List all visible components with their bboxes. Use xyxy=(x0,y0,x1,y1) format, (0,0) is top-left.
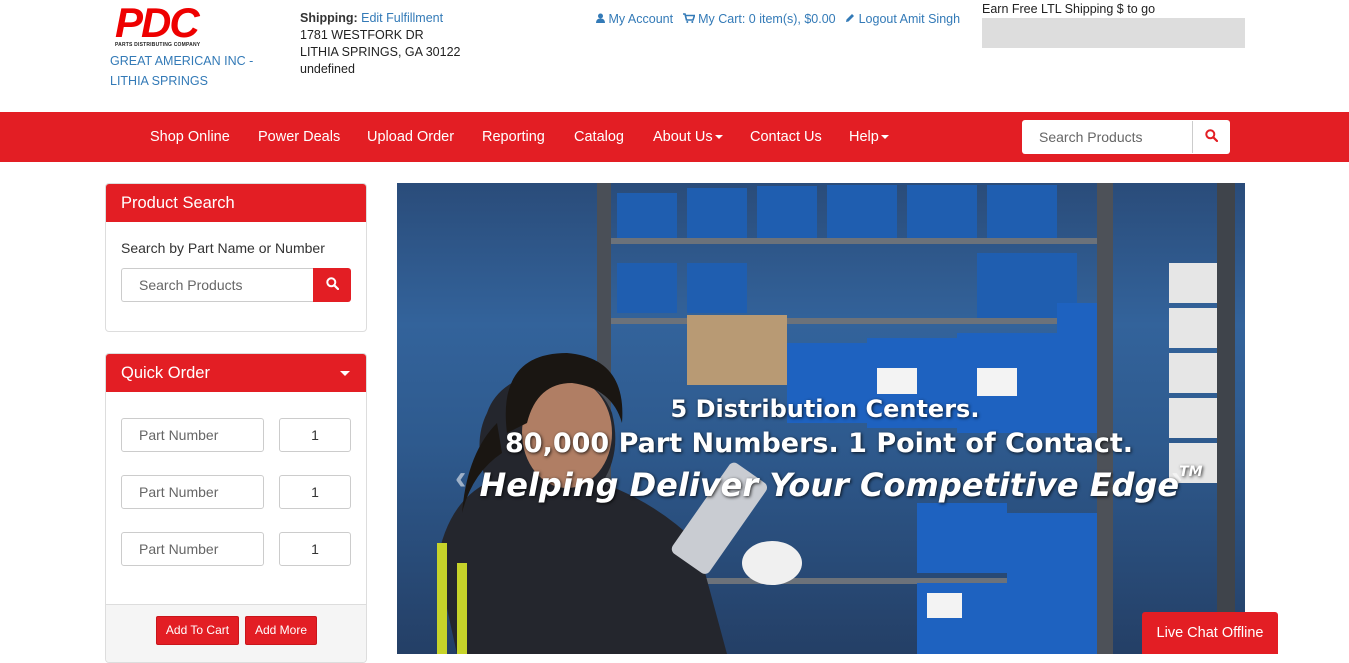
logout-label: Logout Amit Singh xyxy=(858,12,961,26)
chevron-down-icon xyxy=(340,371,350,376)
nav-about-us-label: About Us xyxy=(653,129,713,145)
product-search-label: Search by Part Name or Number xyxy=(121,240,325,256)
logo-subtitle: PARTS DISTRIBUTING COMPANY xyxy=(115,42,201,48)
caret-down-icon xyxy=(714,135,723,140)
quantity-input-1[interactable] xyxy=(279,418,351,452)
shipping-address-1: 1781 WESTFORK DR xyxy=(300,28,424,42)
cart-icon xyxy=(682,13,696,26)
shipping-info: Shipping: Edit Fulfillment 1781 WESTFORK… xyxy=(300,10,461,78)
nav-help-label: Help xyxy=(849,129,879,145)
logo-text: PDC xyxy=(115,0,200,46)
company-name[interactable]: GREAT AMERICAN INC - LITHIA SPRINGS xyxy=(110,51,253,91)
quantity-input-2[interactable] xyxy=(279,475,351,509)
nav-contact-us[interactable]: Contact Us xyxy=(750,112,822,162)
nav-reporting[interactable]: Reporting xyxy=(482,112,545,162)
quick-order-header[interactable]: Quick Order xyxy=(106,354,366,392)
main-navbar: Shop Online Power Deals Upload Order Rep… xyxy=(0,112,1349,162)
product-search-button[interactable] xyxy=(313,268,351,302)
user-icon xyxy=(596,13,605,26)
logout-link[interactable]: Logout Amit Singh xyxy=(845,12,960,26)
pdc-logo[interactable]: PDC PARTS DISTRIBUTING COMPANY xyxy=(115,0,211,49)
my-cart-label: My Cart: 0 item(s), $0.00 xyxy=(698,12,836,26)
my-account-link[interactable]: My Account xyxy=(596,12,673,26)
quick-order-title: Quick Order xyxy=(121,364,210,382)
ltl-shipping-text: Earn Free LTL Shipping $ to go xyxy=(982,2,1156,16)
nav-catalog[interactable]: Catalog xyxy=(574,112,624,162)
hero-line-1: 5 Distribution Centers. xyxy=(670,395,980,423)
hero-line-3-text: Helping Deliver Your Competitive Edge xyxy=(479,466,1180,504)
edit-fulfillment-link[interactable]: Edit Fulfillment xyxy=(361,11,443,25)
nav-search-input[interactable] xyxy=(1022,120,1192,154)
add-to-cart-button[interactable]: Add To Cart xyxy=(156,616,239,645)
nav-power-deals[interactable]: Power Deals xyxy=(258,112,340,162)
quantity-input-3[interactable] xyxy=(279,532,351,566)
search-icon xyxy=(325,277,339,293)
hero-line-2: 80,000 Part Numbers. 1 Point of Contact. xyxy=(505,428,1134,459)
product-search-input[interactable] xyxy=(121,268,314,302)
pencil-icon xyxy=(845,13,855,26)
add-more-button[interactable]: Add More xyxy=(245,616,317,645)
trademark-symbol: TM xyxy=(1179,464,1203,480)
hero-line-3: Helping Deliver Your Competitive EdgeTM xyxy=(463,464,1219,504)
part-number-input-1[interactable] xyxy=(121,418,264,452)
search-icon xyxy=(1204,129,1218,145)
header: PDC PARTS DISTRIBUTING COMPANY GREAT AME… xyxy=(0,0,1349,112)
company-line-2: LITHIA SPRINGS xyxy=(110,74,208,88)
caret-down-icon xyxy=(880,135,889,140)
part-number-input-3[interactable] xyxy=(121,532,264,566)
product-search-title: Product Search xyxy=(106,184,366,222)
my-cart-link[interactable]: My Cart: 0 item(s), $0.00 xyxy=(682,12,836,26)
quick-order-footer: Add To Cart Add More xyxy=(106,604,366,662)
ltl-progress-bar xyxy=(982,18,1245,48)
nav-shop-online[interactable]: Shop Online xyxy=(150,112,230,162)
nav-help[interactable]: Help xyxy=(849,112,889,162)
nav-search xyxy=(1022,120,1230,154)
nav-search-button[interactable] xyxy=(1192,121,1229,153)
user-links: My Account My Cart: 0 item(s), $0.00 Log… xyxy=(596,12,966,26)
company-line-1: GREAT AMERICAN INC - xyxy=(110,54,254,68)
my-account-label: My Account xyxy=(608,12,674,26)
quick-order-panel: Quick Order Add To Cart Add More xyxy=(105,353,367,663)
shipping-address-3: undefined xyxy=(300,62,355,76)
product-search-panel: Product Search Search by Part Name or Nu… xyxy=(105,183,367,332)
shipping-label: Shipping: xyxy=(300,11,358,25)
live-chat-button[interactable]: Live Chat Offline xyxy=(1142,612,1278,654)
nav-upload-order[interactable]: Upload Order xyxy=(367,112,454,162)
hero-carousel: ‹ › 5 Distribution Centers. 80,000 Part … xyxy=(397,183,1245,654)
part-number-input-2[interactable] xyxy=(121,475,264,509)
shipping-address-2: LITHIA SPRINGS, GA 30122 xyxy=(300,45,461,59)
nav-about-us[interactable]: About Us xyxy=(653,112,723,162)
